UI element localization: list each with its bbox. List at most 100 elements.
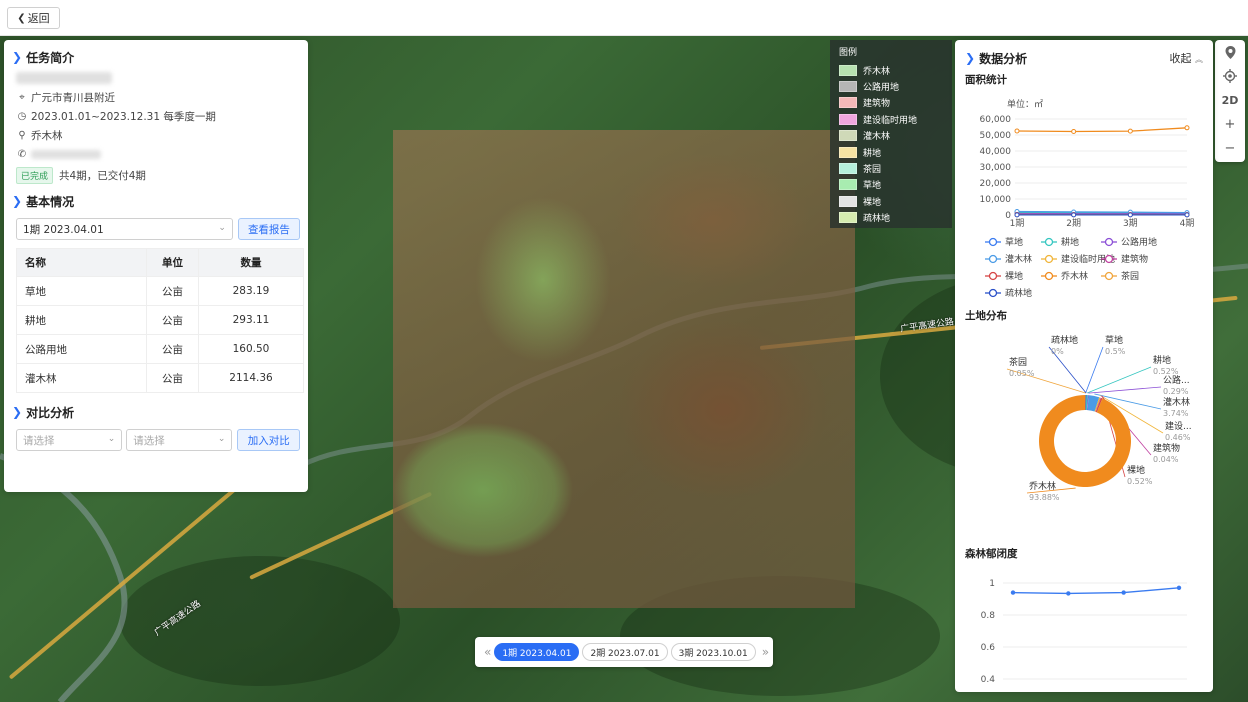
timeline-period-2[interactable]: 2期 2023.07.01	[582, 643, 668, 661]
map-pin-icon: ⌖	[19, 92, 25, 103]
table-header-row: 名称 单位 数量	[16, 248, 304, 277]
x-tick-label: 1期	[1010, 218, 1025, 229]
status-badge: 已完成	[16, 166, 54, 184]
map-legend: 图例 乔木林 公路用地 建筑物 建设临时用地 灌木林 耕地 茶园 草地 裸地 疏林地	[830, 40, 952, 228]
table-cell: 公亩	[146, 363, 199, 393]
chevron-down-icon: ⌄	[107, 434, 116, 444]
pie-leader-line	[1085, 346, 1104, 394]
table-cell: 灌木林	[16, 363, 147, 393]
table-cell: 公亩	[146, 276, 199, 306]
data-point	[1014, 212, 1020, 218]
legend-label: 建筑物	[1121, 253, 1148, 265]
distribution-title: 土地分布	[965, 310, 1007, 322]
period-select[interactable]: 1期 2023.04.01 ⌄	[16, 218, 233, 240]
legend-list: 乔木林 公路用地 建筑物 建设临时用地 灌木林 耕地 茶园 草地 裸地 疏林地	[839, 62, 943, 226]
collapse-label: 收起	[1169, 52, 1192, 65]
data-point	[1176, 585, 1182, 590]
legend-swatch	[839, 97, 857, 109]
location-row: ⌖ 广元市青川县附近	[12, 88, 300, 107]
pie-value-label: 3.74%	[1163, 409, 1189, 418]
analysis-header: ❯ 数据分析 收起 ︽	[965, 48, 1203, 68]
series-line	[1012, 587, 1180, 595]
legend-swatch	[839, 130, 857, 142]
section-title-intro: ❯ 任务简介	[12, 46, 300, 68]
y-tick-label: 30,000	[980, 163, 1012, 173]
phone-icon: ✆	[17, 149, 27, 160]
table-cell: 耕地	[16, 305, 147, 335]
pie-label: 茶园	[1009, 356, 1027, 368]
table-cell: 公亩	[146, 334, 199, 364]
data-point	[1127, 212, 1133, 218]
y-tick-label: 50,000	[980, 131, 1012, 141]
y-tick-label: 1	[989, 579, 995, 589]
date-range-text: 2023.01.01~2023.12.31 每季度一期	[31, 111, 216, 123]
add-compare-button[interactable]: 加入对比	[237, 429, 300, 451]
legend-label: 灌木林	[863, 132, 891, 143]
legend-label: 疏林地	[1005, 287, 1032, 299]
zoom-in-button[interactable]: +	[1215, 112, 1245, 136]
legend-label: 疏林地	[863, 214, 891, 225]
legend-swatch	[839, 212, 857, 224]
pie-value-label: 0.04%	[1153, 455, 1179, 464]
legend-label: 建筑物	[863, 99, 891, 110]
locate-button[interactable]	[1215, 64, 1245, 88]
chevron-right-icon: ❯	[12, 405, 23, 419]
pie-label: 建筑物	[1153, 442, 1180, 454]
legend-title: 图例	[839, 48, 858, 58]
back-button[interactable]: ❮ 返回	[7, 7, 60, 29]
pie-label: 灌木林	[1163, 396, 1190, 408]
location-text: 广元市青川县附近	[31, 92, 115, 104]
data-point	[1066, 591, 1071, 596]
x-tick-label: 2期	[1066, 218, 1081, 229]
legend-marker-dot	[988, 237, 998, 247]
basic-info-table: 名称 单位 数量 草地 公亩 283.19 耕地 公亩 293.11 公路用地 …	[16, 248, 304, 393]
legend-swatch	[839, 163, 857, 175]
redacted-phone	[31, 150, 101, 159]
analysis-overlay[interactable]	[393, 130, 855, 608]
section-title-compare: ❯ 对比分析	[12, 401, 300, 423]
period-timeline: « 1期 2023.04.01 2期 2023.07.01 3期 2023.10.0…	[475, 637, 773, 667]
pie-value-label: 0.5%	[1105, 347, 1126, 356]
compare-select-1[interactable]: 请选择 ⌄	[16, 429, 123, 451]
view-report-button[interactable]: 查看报告	[237, 218, 300, 240]
legend-marker-dot	[1104, 254, 1114, 264]
pie-value-label: 0%	[1051, 347, 1064, 356]
location-pin-button[interactable]	[1215, 40, 1245, 64]
canopy-line-chart: 0.4 0.6 0.8 1	[981, 579, 1187, 685]
data-point	[1184, 212, 1190, 218]
chevron-down-icon: ⌄	[218, 223, 226, 233]
section-title-basic: ❯ 基本情况	[12, 190, 300, 212]
phone-row: ✆	[12, 145, 300, 164]
double-chevron-left-icon[interactable]: «	[484, 645, 491, 659]
timeline-period-1[interactable]: 1期 2023.04.01	[494, 643, 580, 661]
zoom-out-button[interactable]: −	[1215, 136, 1245, 160]
y-tick-label: 0.6	[981, 643, 996, 653]
canopy-title: 森林郁闭度	[965, 548, 1018, 560]
y-tick-label: 40,000	[980, 147, 1012, 157]
analysis-title: 数据分析	[979, 51, 1028, 66]
chevron-right-icon: ❯	[965, 51, 976, 65]
collapse-button[interactable]: 收起 ︽	[1170, 50, 1204, 66]
legend-label: 裸地	[863, 197, 882, 208]
compare-select-2[interactable]: 请选择 ⌄	[126, 429, 233, 451]
compare-select-1-value: 请选择	[23, 434, 55, 447]
table-cell: 2114.36	[198, 363, 304, 393]
pie-label: 公路...	[1163, 374, 1190, 386]
legend-swatch	[839, 81, 857, 93]
table-header: 数量	[198, 248, 304, 277]
double-chevron-right-icon[interactable]: »	[762, 645, 769, 659]
area-stats-title: 面积统计	[965, 74, 1007, 86]
y-unit-label: 单位：㎡	[1007, 98, 1043, 110]
data-analysis-panel: ❯ 数据分析 收起 ︽ 面积统计 单位：㎡ 0 10,000 20,000 30,000…	[955, 40, 1213, 692]
pie-label: 建设...	[1165, 420, 1192, 432]
legend-marker-dot	[1044, 271, 1054, 281]
timeline-period-3[interactable]: 3期 2023.10.01	[670, 643, 756, 661]
analysis-title-wrap: ❯ 数据分析	[965, 47, 1027, 69]
legend-label: 草地	[863, 181, 882, 192]
series-line	[1016, 127, 1188, 133]
pie-label: 耕地	[1153, 354, 1171, 366]
view-mode-toggle[interactable]: 2D	[1215, 88, 1245, 112]
legend-item: 建设临时用地	[839, 111, 943, 127]
data-point	[1010, 590, 1016, 595]
legend-item: 耕地	[839, 144, 943, 160]
